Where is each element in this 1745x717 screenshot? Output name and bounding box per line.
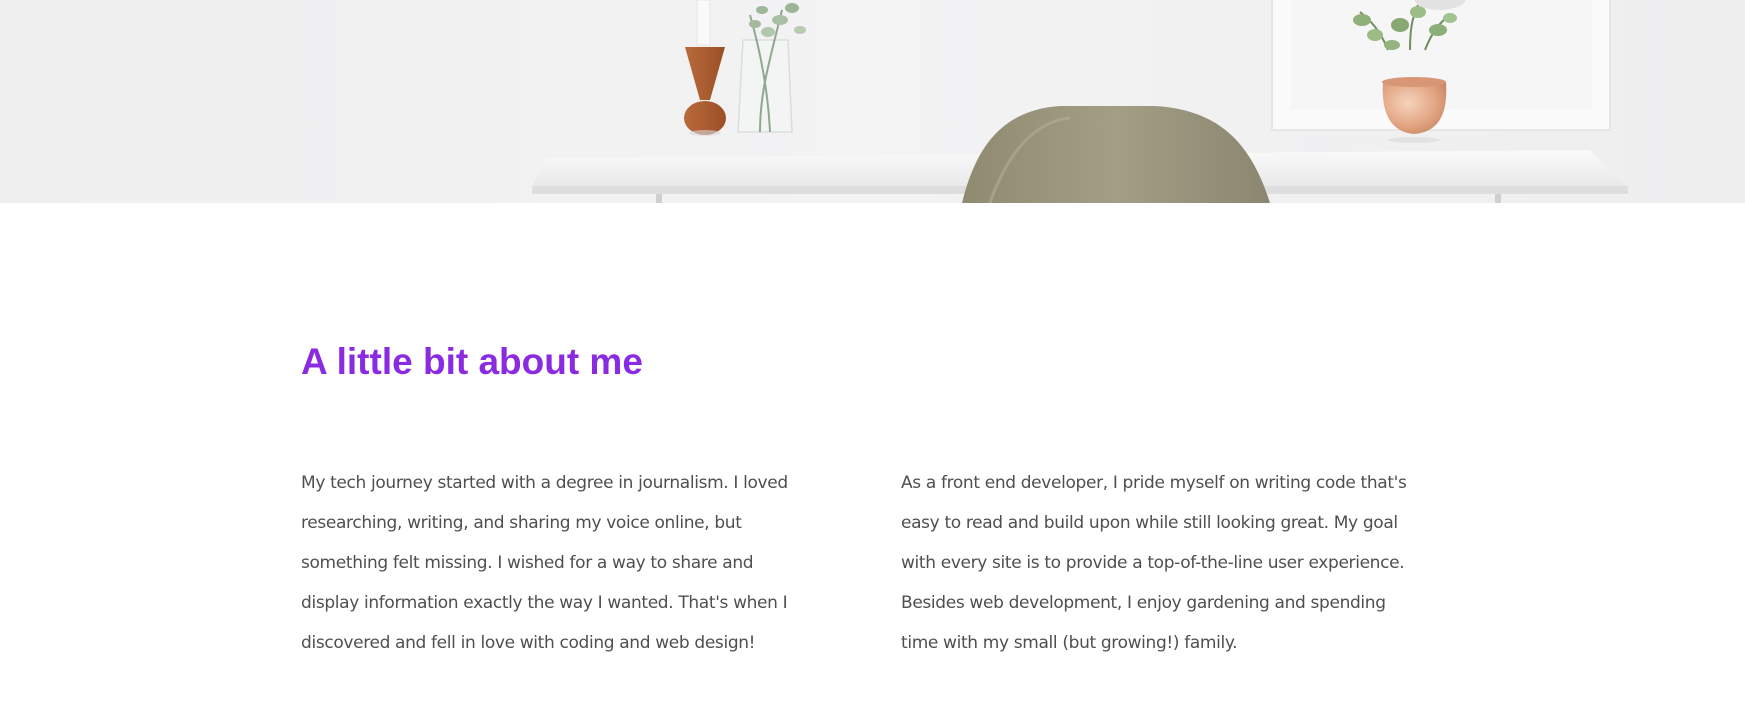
about-section: A little bit about me My tech journey st… (0, 203, 1745, 717)
about-paragraph-right: As a front end developer, I pride myself… (901, 473, 1407, 653)
hero-image (0, 0, 1745, 203)
about-title: A little bit about me (301, 341, 643, 382)
about-paragraph-left: My tech journey started with a degree in… (301, 473, 788, 653)
desk-photo (0, 0, 1745, 203)
